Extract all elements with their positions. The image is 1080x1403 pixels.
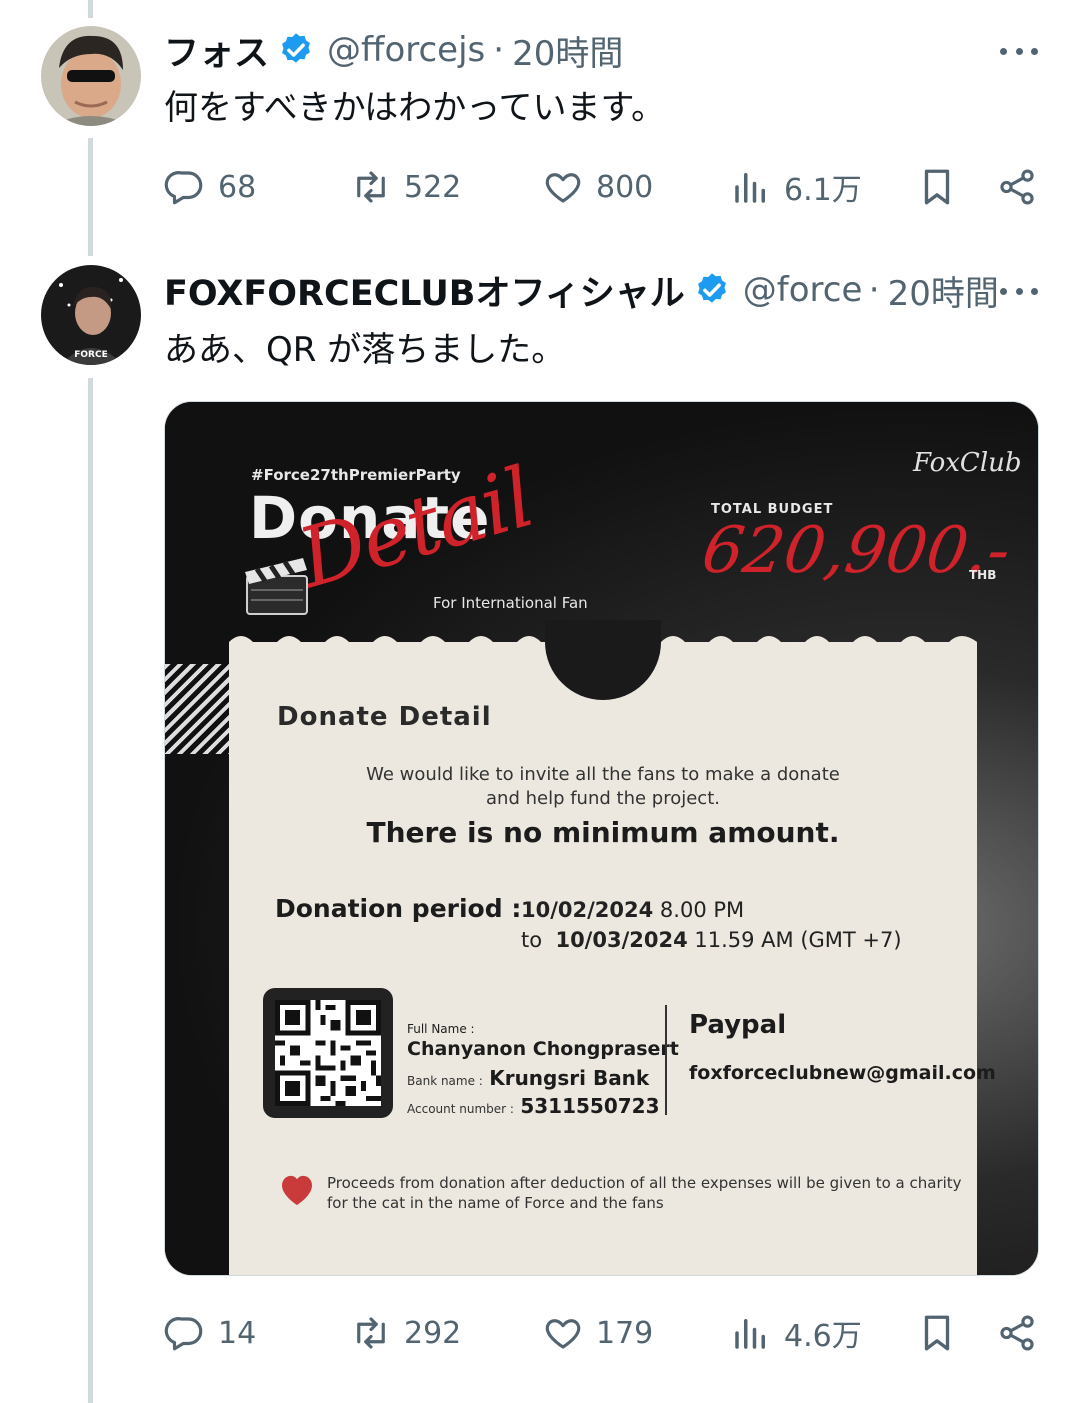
bank-name: Krungsri Bank xyxy=(489,1066,650,1090)
period-start-time: 8.00 PM xyxy=(659,898,745,922)
action-bar: 14 292 179 4.6万 xyxy=(164,1308,1039,1358)
qr-code xyxy=(263,988,393,1118)
thread-line xyxy=(88,138,93,256)
share-button[interactable] xyxy=(996,1308,1038,1358)
no-minimum-text: There is no minimum amount. xyxy=(366,816,840,849)
reply-icon xyxy=(164,171,203,205)
card-title: Donate Detail xyxy=(277,702,492,732)
account-number-label: Account number : xyxy=(407,1102,514,1116)
period-to: to xyxy=(521,928,543,952)
full-name-label: Full Name : xyxy=(407,1022,475,1036)
display-name[interactable]: フォス xyxy=(164,25,269,76)
period-end-date: 10/03/2024 xyxy=(555,928,688,952)
like-count: 179 xyxy=(596,1315,654,1351)
more-icon[interactable] xyxy=(1000,286,1038,296)
invite-text-line2: and help fund the project. xyxy=(486,788,720,809)
reply-button[interactable]: 68 xyxy=(164,162,256,212)
like-button[interactable]: 800 xyxy=(542,162,653,212)
period-start-date: 10/02/2024 xyxy=(521,898,654,922)
donation-period-start: 10/02/2024 8.00 PM xyxy=(521,898,744,922)
thread-line xyxy=(88,0,93,18)
tweet-header: FOXFORCECLUBオフィシャル @force · 20時間 xyxy=(164,265,999,315)
bank-name-label: Bank name : xyxy=(407,1074,483,1088)
like-icon xyxy=(545,173,581,203)
bookmark-button[interactable] xyxy=(916,162,958,212)
donation-period-end: to 10/03/2024 11.59 AM (GMT +7) xyxy=(521,928,902,952)
timestamp[interactable]: 20時間 xyxy=(888,266,999,315)
share-icon xyxy=(1000,1315,1034,1351)
verified-icon xyxy=(697,273,726,303)
retweet-button[interactable]: 292 xyxy=(350,1308,461,1358)
reply-button[interactable]: 14 xyxy=(164,1308,256,1358)
club-logo: FoxClub xyxy=(913,448,1022,478)
retweet-icon xyxy=(357,171,385,203)
handle[interactable]: @fforcejs xyxy=(327,30,485,70)
svg-text:FORCE: FORCE xyxy=(74,350,107,360)
invite-text-line1: We would like to invite all the fans to … xyxy=(366,764,840,785)
like-icon xyxy=(545,1319,581,1349)
retweet-icon xyxy=(357,1317,385,1349)
total-budget-amount: 620,900.- xyxy=(697,514,1015,588)
tweet-text: ああ、QR が落ちました。 xyxy=(164,330,566,370)
reply-icon xyxy=(164,1317,203,1351)
media-image[interactable]: #Force27thPremierParty Donate Detail For… xyxy=(164,401,1039,1276)
avatar[interactable]: FORCE xyxy=(41,265,141,365)
separator-dot: · xyxy=(868,270,880,310)
heart-icon xyxy=(282,1175,312,1205)
tweet-header: フォス @fforcejs · 20時間 xyxy=(164,25,623,75)
views-icon xyxy=(735,173,765,203)
paypal-email: foxforceclubnew@gmail.com xyxy=(689,1062,996,1084)
currency-label: THB xyxy=(969,568,997,582)
retweet-count: 292 xyxy=(404,1315,462,1351)
account-number-row: Account number : 5311550723 xyxy=(407,1094,660,1118)
bookmark-button[interactable] xyxy=(916,1308,958,1358)
poster-subtitle: For International Fan xyxy=(433,594,588,612)
like-button[interactable]: 179 xyxy=(542,1308,653,1358)
retweet-count: 522 xyxy=(404,169,462,205)
bank-name-row: Bank name : Krungsri Bank xyxy=(407,1066,649,1090)
avatar[interactable] xyxy=(41,26,141,126)
views-button[interactable]: 6.1万 xyxy=(730,162,862,212)
view-count: 4.6万 xyxy=(784,1319,862,1354)
full-name: Chanyanon Chongprasert xyxy=(407,1038,679,1060)
share-icon xyxy=(1000,169,1034,205)
retweet-button[interactable]: 522 xyxy=(350,162,461,212)
donation-period-label: Donation period : xyxy=(275,894,522,923)
handle[interactable]: @force xyxy=(743,270,861,310)
display-name[interactable]: FOXFORCECLUBオフィシャル xyxy=(164,265,685,316)
view-count: 6.1万 xyxy=(784,173,862,208)
paypal-label: Paypal xyxy=(689,1010,787,1040)
period-end-time: 11.59 AM (GMT +7) xyxy=(694,928,902,952)
proceeds-text-line2: for the cat in the name of Force and the… xyxy=(327,1194,664,1212)
thread-line xyxy=(88,378,93,1403)
more-icon[interactable] xyxy=(1000,46,1038,56)
share-button[interactable] xyxy=(996,162,1038,212)
like-count: 800 xyxy=(596,169,654,205)
tweet-text: 何をすべきかはわかっています。 xyxy=(164,88,666,128)
proceeds-text-line1: Proceeds from donation after deduction o… xyxy=(327,1174,962,1192)
reply-count: 68 xyxy=(218,169,257,205)
action-bar: 68 522 800 6.1万 xyxy=(164,162,1039,212)
light-streak xyxy=(165,664,235,754)
views-icon xyxy=(735,1319,765,1349)
separator-dot: · xyxy=(493,30,505,70)
timestamp[interactable]: 20時間 xyxy=(512,26,623,75)
reply-count: 14 xyxy=(218,1315,257,1351)
bookmark-icon xyxy=(924,169,950,205)
divider xyxy=(665,1005,667,1115)
account-number: 5311550723 xyxy=(520,1094,660,1118)
verified-icon xyxy=(282,33,310,63)
bookmark-icon xyxy=(924,1315,950,1351)
views-button[interactable]: 4.6万 xyxy=(730,1308,862,1358)
